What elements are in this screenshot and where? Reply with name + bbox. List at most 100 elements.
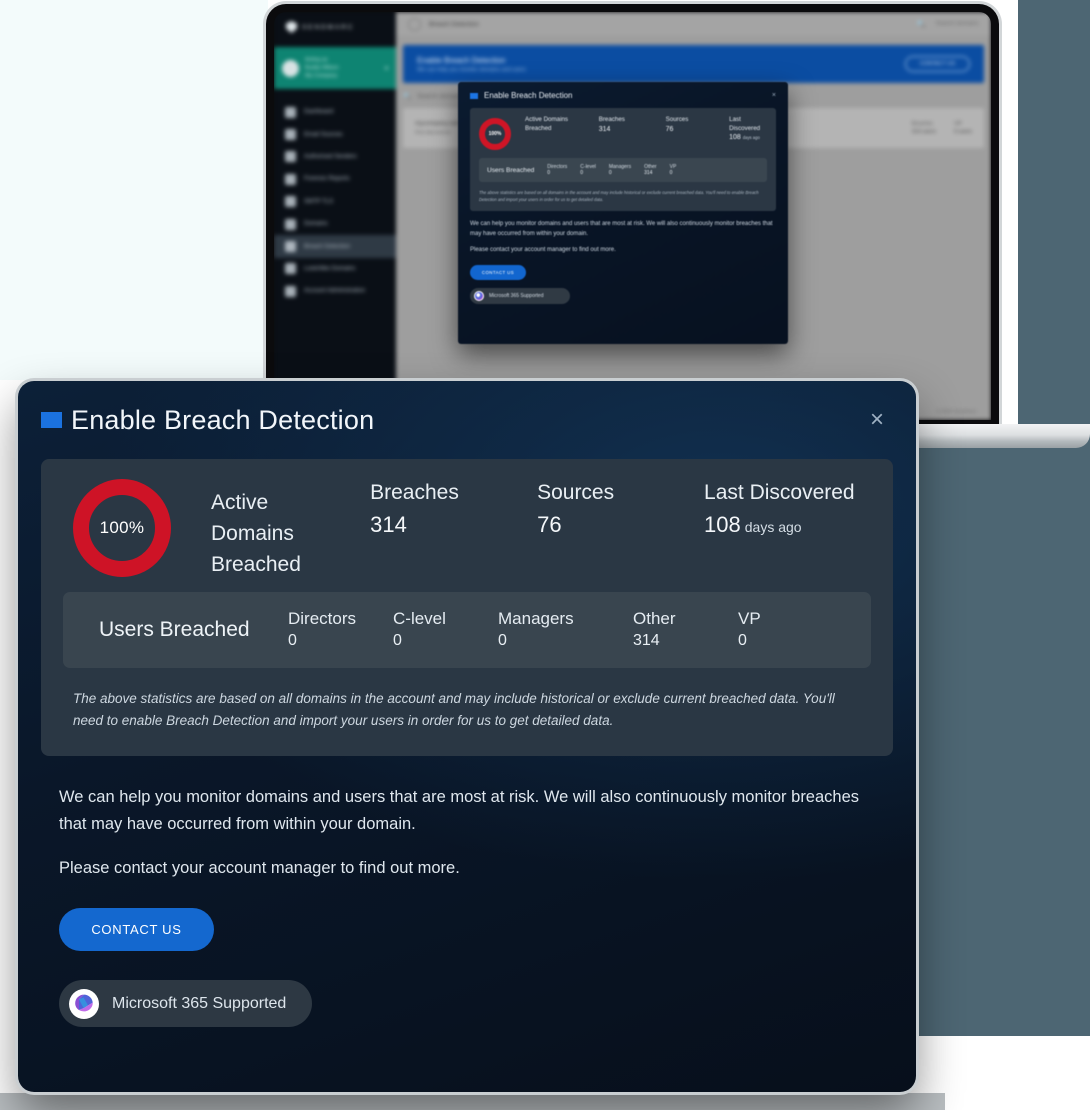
role-value: 314 xyxy=(644,170,653,176)
check-square-icon xyxy=(285,151,296,163)
background-users-breached: Users Breached Directors 0 C-level 0 Man… xyxy=(479,158,767,182)
modal-header: Enable Breach Detection × xyxy=(18,381,916,459)
microsoft-365-label: Microsoft 365 Supported xyxy=(112,994,287,1012)
sidebar-user-card[interactable]: Acting as Buddy Wilson My Company ▾ xyxy=(274,47,396,89)
stat-suffix: days ago xyxy=(742,135,760,140)
stat-last-discovered: Last Discovered 108 days ago xyxy=(729,116,767,143)
stat-breaches: Breaches 314 xyxy=(599,116,652,135)
background-mint-block xyxy=(0,0,268,380)
avatar xyxy=(282,59,299,77)
stat-label: Sources xyxy=(665,116,689,123)
active-domains-line3: Breached xyxy=(211,553,301,576)
stat-sources: Sources 76 xyxy=(537,479,704,540)
enable-breach-banner: Enable Breach Detection We can help you … xyxy=(403,45,984,83)
percent-donut: 100% xyxy=(73,479,171,577)
role-cell: C-level 0 xyxy=(580,164,596,176)
sidebar-item-smtp-tls[interactable]: SMTP TLS xyxy=(274,191,396,213)
sidebar-item-lookalike-domains[interactable]: LookAlike Domains xyxy=(274,258,396,280)
stat-label: Sources xyxy=(537,481,615,504)
search-input[interactable]: Search domains xyxy=(936,21,979,27)
sidebar-item-authorised-senders[interactable]: Authorised Senders xyxy=(274,146,396,168)
background-modal-title: Enable Breach Detection xyxy=(484,91,573,100)
role-value: 0 xyxy=(738,632,747,649)
app-sidebar: SENDMARC Acting as Buddy Wilson My Compa… xyxy=(274,12,396,420)
banner-subtitle: We can help you monitor domains and user… xyxy=(417,66,526,73)
stat-number: 108 xyxy=(729,134,741,141)
close-icon[interactable]: × xyxy=(864,404,890,436)
stat-value: 314 xyxy=(598,125,611,133)
active-domains-label: Active Domains Breached xyxy=(525,116,568,132)
list-icon xyxy=(285,218,296,230)
metric: VIP 0 users xyxy=(954,121,972,135)
stat-label: Breaches xyxy=(370,481,459,504)
user-card-line3: My Company xyxy=(305,73,338,79)
sidebar-item-label: Domains xyxy=(304,221,328,228)
sidebar-item-label: Breach Detection xyxy=(304,243,351,250)
sidebar-item-dashboard[interactable]: Dashboard xyxy=(274,101,396,123)
role-label: Other xyxy=(633,609,676,628)
role-managers: Managers 0 xyxy=(498,608,633,652)
sidebar-item-breach-detection[interactable]: Breach Detection xyxy=(274,235,396,258)
active-domains-line1: Active xyxy=(211,491,269,514)
background-modal-header: Enable Breach Detection × xyxy=(470,91,776,100)
role-cell: Directors 0 xyxy=(547,164,567,176)
shield-icon xyxy=(286,21,297,33)
role-cell: Managers 0 xyxy=(609,164,631,176)
role-label: Managers xyxy=(608,164,632,170)
role-value: 0 xyxy=(669,170,673,176)
stat-value: 76 xyxy=(665,125,674,133)
background-contact-us-button[interactable]: CONTACT US xyxy=(470,264,526,280)
sidebar-item-label: LookAlike Domains xyxy=(304,265,356,272)
percent-value: 100% xyxy=(99,518,145,537)
close-icon[interactable]: × xyxy=(772,92,776,99)
domain-subtitle: First discovered xyxy=(415,129,451,136)
stat-value: 108 days ago xyxy=(704,510,871,542)
search-icon[interactable]: 🔍 xyxy=(917,20,926,28)
sidebar-item-label: Account Administration xyxy=(304,288,366,295)
stat-breaches: Breaches 314 xyxy=(370,479,537,540)
background-ms365-badge: Microsoft 365 Supported xyxy=(470,287,570,304)
stat-sources: Sources 76 xyxy=(666,116,716,135)
role-cell: VP 0 xyxy=(670,164,677,176)
active-domains-breached-block: Active Domains Breached xyxy=(211,479,370,580)
stat-value: 108 days ago xyxy=(729,133,767,143)
domain-name: mycompany.com xyxy=(415,120,460,127)
contact-us-button[interactable]: CONTACT US xyxy=(59,908,214,951)
sidebar-item-email-sources[interactable]: Email Sources xyxy=(274,123,396,145)
stat-value: 314 xyxy=(370,512,407,537)
background-modal-body: We can help you monitor domains and user… xyxy=(470,220,776,256)
role-cell: Other 314 xyxy=(644,164,657,176)
stats-card: 100% Active Domains Breached Breaches 31… xyxy=(41,459,893,756)
domain-result-left: mycompany.com First discovered xyxy=(415,121,460,136)
role-label: Directors xyxy=(288,609,357,628)
stat-value: 76 xyxy=(537,512,562,537)
title-marker-icon xyxy=(470,92,478,99)
metric: Breaches 314 users xyxy=(912,121,936,135)
sidebar-item-account-administration[interactable]: Account Administration xyxy=(274,280,396,302)
body-paragraph-2: Please contact your account manager to f… xyxy=(59,859,460,877)
sidebar-item-domains[interactable]: Domains xyxy=(274,213,396,235)
domain-result-metrics: Breaches 314 users VIP 0 users xyxy=(912,121,972,135)
sidebar-item-label: Dashboard xyxy=(304,109,334,116)
sidebar-item-label: Email Sources xyxy=(304,131,343,138)
percent-value: 100% xyxy=(488,131,502,137)
page-title: Enable Breach Detection xyxy=(71,404,375,435)
dashboard-icon xyxy=(285,106,296,118)
sidebar-item-label: Authorised Senders xyxy=(304,153,357,160)
enable-breach-detection-modal: Enable Breach Detection × 100% Active Do… xyxy=(18,381,916,1092)
chevron-down-icon[interactable]: ▾ xyxy=(385,65,388,72)
modal-body: We can help you monitor domains and user… xyxy=(59,784,875,882)
sidebar-item-label: SMTP TLS xyxy=(304,198,334,205)
background-slate-mid-block xyxy=(916,437,1018,1036)
user-card-line2: Buddy Wilson xyxy=(305,65,339,71)
background-modal: Enable Breach Detection × 100% Active Do… xyxy=(458,82,788,344)
stat-label: Breaches xyxy=(598,116,625,123)
sidebar-item-forensic-reports[interactable]: Forensic Reports xyxy=(274,168,396,190)
metric-label: VIP xyxy=(953,121,963,127)
background-paragraph-1: We can help you monitor domains and user… xyxy=(470,221,773,237)
banner-contact-us-button[interactable]: CONTACT US xyxy=(904,56,970,72)
role-value: 0 xyxy=(580,170,584,176)
background-stats-row: 100% Active Domains Breached Breaches 31… xyxy=(479,116,767,150)
background-paragraph-2: Please contact your account manager to f… xyxy=(470,247,616,253)
menu-toggle-icon[interactable] xyxy=(408,17,421,31)
